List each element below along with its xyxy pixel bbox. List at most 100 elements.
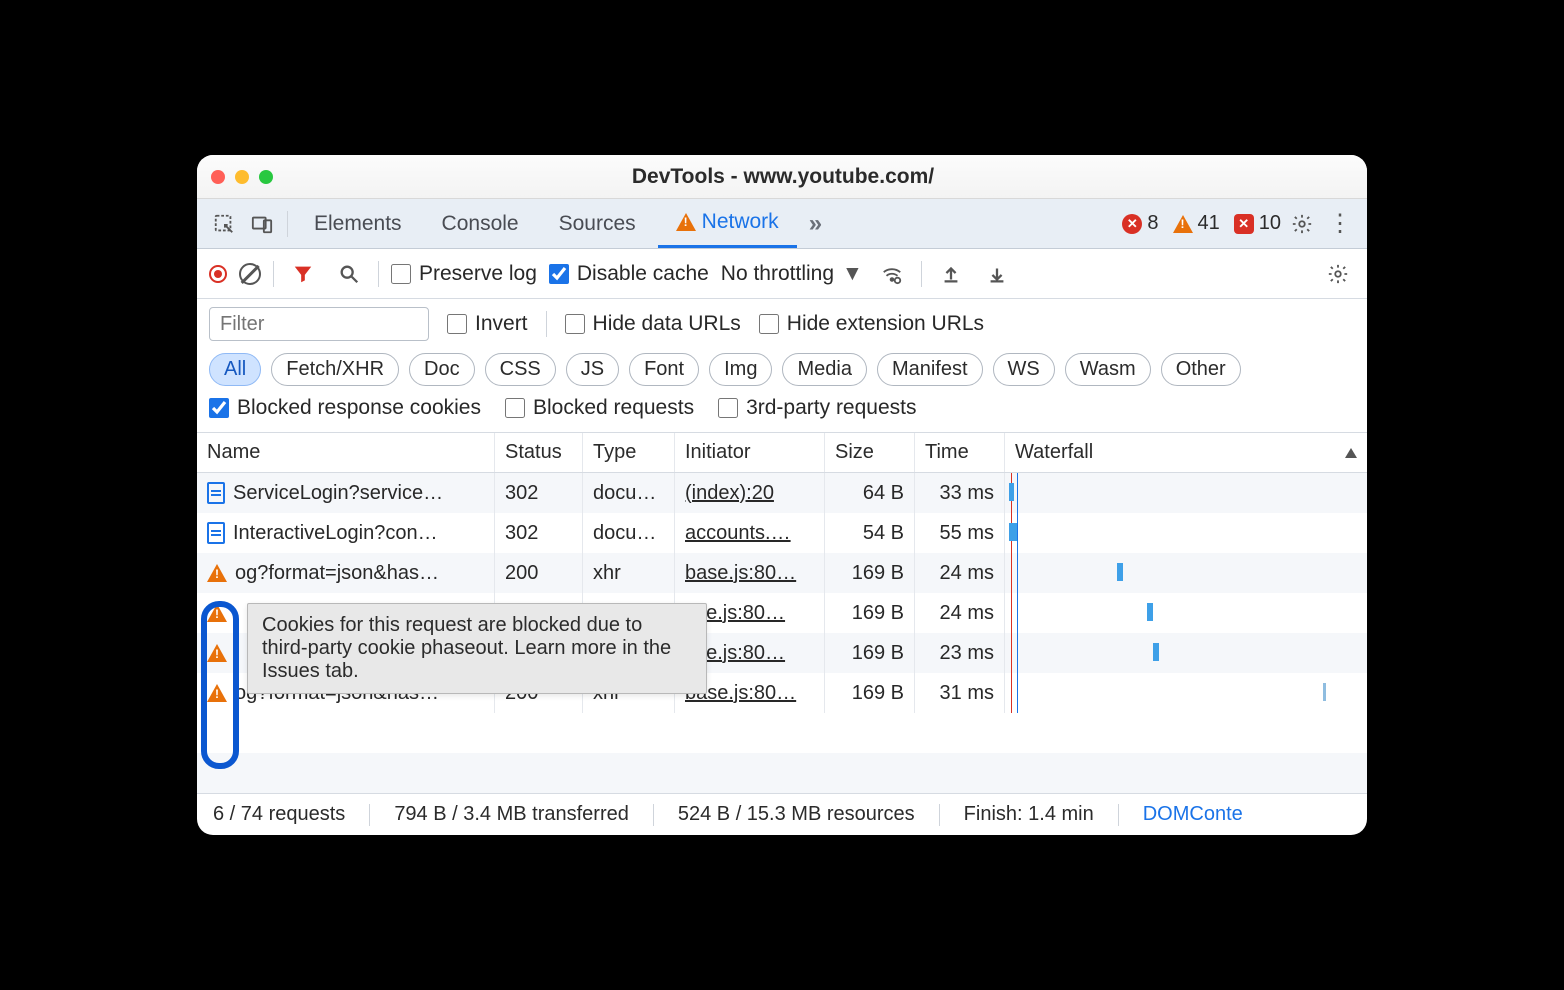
download-har-icon[interactable] <box>980 257 1014 291</box>
chip-img[interactable]: Img <box>709 353 772 386</box>
chip-media[interactable]: Media <box>782 353 866 386</box>
cell-size: 54 B <box>825 513 915 553</box>
network-conditions-icon[interactable] <box>875 257 909 291</box>
throttling-select[interactable]: No throttling ▼ <box>721 262 863 286</box>
col-type[interactable]: Type <box>583 433 675 472</box>
col-time[interactable]: Time <box>915 433 1005 472</box>
chip-fetch-xhr[interactable]: Fetch/XHR <box>271 353 399 386</box>
error-icon: ✕ <box>1122 214 1142 234</box>
cell-size: 169 B <box>825 553 915 593</box>
tab-sources-label: Sources <box>559 212 636 236</box>
cell-name: ServiceLogin?service… <box>197 473 495 513</box>
errors-count[interactable]: ✕8 <box>1122 212 1158 235</box>
chip-wasm[interactable]: Wasm <box>1065 353 1151 386</box>
preserve-log-checkbox[interactable]: Preserve log <box>391 262 537 286</box>
cell-waterfall <box>1005 473 1367 513</box>
tab-sources[interactable]: Sources <box>541 199 654 248</box>
col-name[interactable]: Name <box>197 433 495 472</box>
requests-summary: 6 / 74 requests <box>213 803 345 826</box>
cookie-blocked-tooltip: Cookies for this request are blocked due… <box>247 603 707 694</box>
inspect-element-icon[interactable] <box>207 207 241 241</box>
blocked-count[interactable]: ✕10 <box>1234 212 1281 235</box>
hide-extension-urls-checkbox[interactable]: Hide extension URLs <box>759 312 984 336</box>
chip-css[interactable]: CSS <box>485 353 556 386</box>
cell-type: docu… <box>583 473 675 513</box>
cell-time: 24 ms <box>915 553 1005 593</box>
col-size[interactable]: Size <box>825 433 915 472</box>
disable-cache-checkbox[interactable]: Disable cache <box>549 262 709 286</box>
col-initiator[interactable]: Initiator <box>675 433 825 472</box>
chip-manifest[interactable]: Manifest <box>877 353 983 386</box>
cell-initiator[interactable]: accounts.… <box>675 513 825 553</box>
chip-all[interactable]: All <box>209 353 261 386</box>
table-row[interactable]: og?format=json&has…200xhrbase.js:80…169 … <box>197 553 1367 593</box>
col-waterfall[interactable]: Waterfall <box>1005 433 1367 472</box>
table-row[interactable]: InteractiveLogin?con…302docu…accounts.…5… <box>197 513 1367 553</box>
filter-row: Invert Hide data URLs Hide extension URL… <box>197 299 1367 349</box>
cell-time: 33 ms <box>915 473 1005 513</box>
warnings-count[interactable]: 41 <box>1173 212 1220 235</box>
cell-initiator[interactable]: (index):20 <box>675 473 825 513</box>
finish-summary: Finish: 1.4 min <box>964 803 1094 826</box>
cell-time: 24 ms <box>915 593 1005 633</box>
titlebar: DevTools - www.youtube.com/ <box>197 155 1367 199</box>
panel-tabs: Elements Console Sources Network » ✕8 41… <box>197 199 1367 249</box>
network-toolbar: Preserve log Disable cache No throttling… <box>197 249 1367 299</box>
cell-name: og?format=json&has… <box>197 553 495 593</box>
chip-doc[interactable]: Doc <box>409 353 475 386</box>
cell-time: 55 ms <box>915 513 1005 553</box>
network-settings-icon[interactable] <box>1321 257 1355 291</box>
third-party-checkbox[interactable]: 3rd-party requests <box>718 396 916 420</box>
minimize-window-button[interactable] <box>235 170 249 184</box>
blocked-requests-checkbox[interactable]: Blocked requests <box>505 396 694 420</box>
cell-waterfall <box>1005 673 1367 713</box>
cell-size: 169 B <box>825 673 915 713</box>
col-status[interactable]: Status <box>495 433 583 472</box>
cell-waterfall <box>1005 553 1367 593</box>
invert-checkbox[interactable]: Invert <box>447 312 528 336</box>
upload-har-icon[interactable] <box>934 257 968 291</box>
tabs-overflow-button[interactable]: » <box>801 210 830 238</box>
cell-initiator[interactable]: base.js:80… <box>675 553 825 593</box>
device-toolbar-icon[interactable] <box>245 207 279 241</box>
search-icon[interactable] <box>332 257 366 291</box>
more-icon[interactable]: ⋮ <box>1323 207 1357 241</box>
warning-icon <box>1173 215 1193 233</box>
tab-elements-label: Elements <box>314 212 402 236</box>
chevron-down-icon: ▼ <box>842 262 863 286</box>
window-controls <box>211 170 273 184</box>
filter-icon[interactable] <box>286 257 320 291</box>
settings-icon[interactable] <box>1285 207 1319 241</box>
requests-table: Cookies for this request are blocked due… <box>197 473 1367 713</box>
blocked-icon: ✕ <box>1234 214 1254 234</box>
record-button[interactable] <box>209 265 227 283</box>
cell-time: 31 ms <box>915 673 1005 713</box>
maximize-window-button[interactable] <box>259 170 273 184</box>
cell-waterfall <box>1005 513 1367 553</box>
filter-input[interactable] <box>209 307 429 341</box>
tab-network[interactable]: Network <box>658 199 797 248</box>
tab-console[interactable]: Console <box>424 199 537 248</box>
cell-time: 23 ms <box>915 633 1005 673</box>
cell-size: 64 B <box>825 473 915 513</box>
chip-ws[interactable]: WS <box>993 353 1055 386</box>
blocked-cookies-checkbox[interactable]: Blocked response cookies <box>209 396 481 420</box>
chip-other[interactable]: Other <box>1161 353 1241 386</box>
window-title: DevTools - www.youtube.com/ <box>273 165 1293 189</box>
additional-filters: Blocked response cookies Blocked request… <box>197 396 1367 433</box>
hide-data-urls-checkbox[interactable]: Hide data URLs <box>565 312 741 336</box>
cell-waterfall <box>1005 633 1367 673</box>
close-window-button[interactable] <box>211 170 225 184</box>
clear-button[interactable] <box>239 263 261 285</box>
table-row[interactable]: ServiceLogin?service…302docu…(index):206… <box>197 473 1367 513</box>
chip-js[interactable]: JS <box>566 353 619 386</box>
cell-status: 200 <box>495 553 583 593</box>
document-icon <box>207 522 225 544</box>
throttling-label: No throttling <box>721 262 834 286</box>
tab-elements[interactable]: Elements <box>296 199 420 248</box>
cell-size: 169 B <box>825 633 915 673</box>
cell-name: InteractiveLogin?con… <box>197 513 495 553</box>
cell-status: 302 <box>495 473 583 513</box>
chip-font[interactable]: Font <box>629 353 699 386</box>
requests-header: Name Status Type Initiator Size Time Wat… <box>197 433 1367 473</box>
